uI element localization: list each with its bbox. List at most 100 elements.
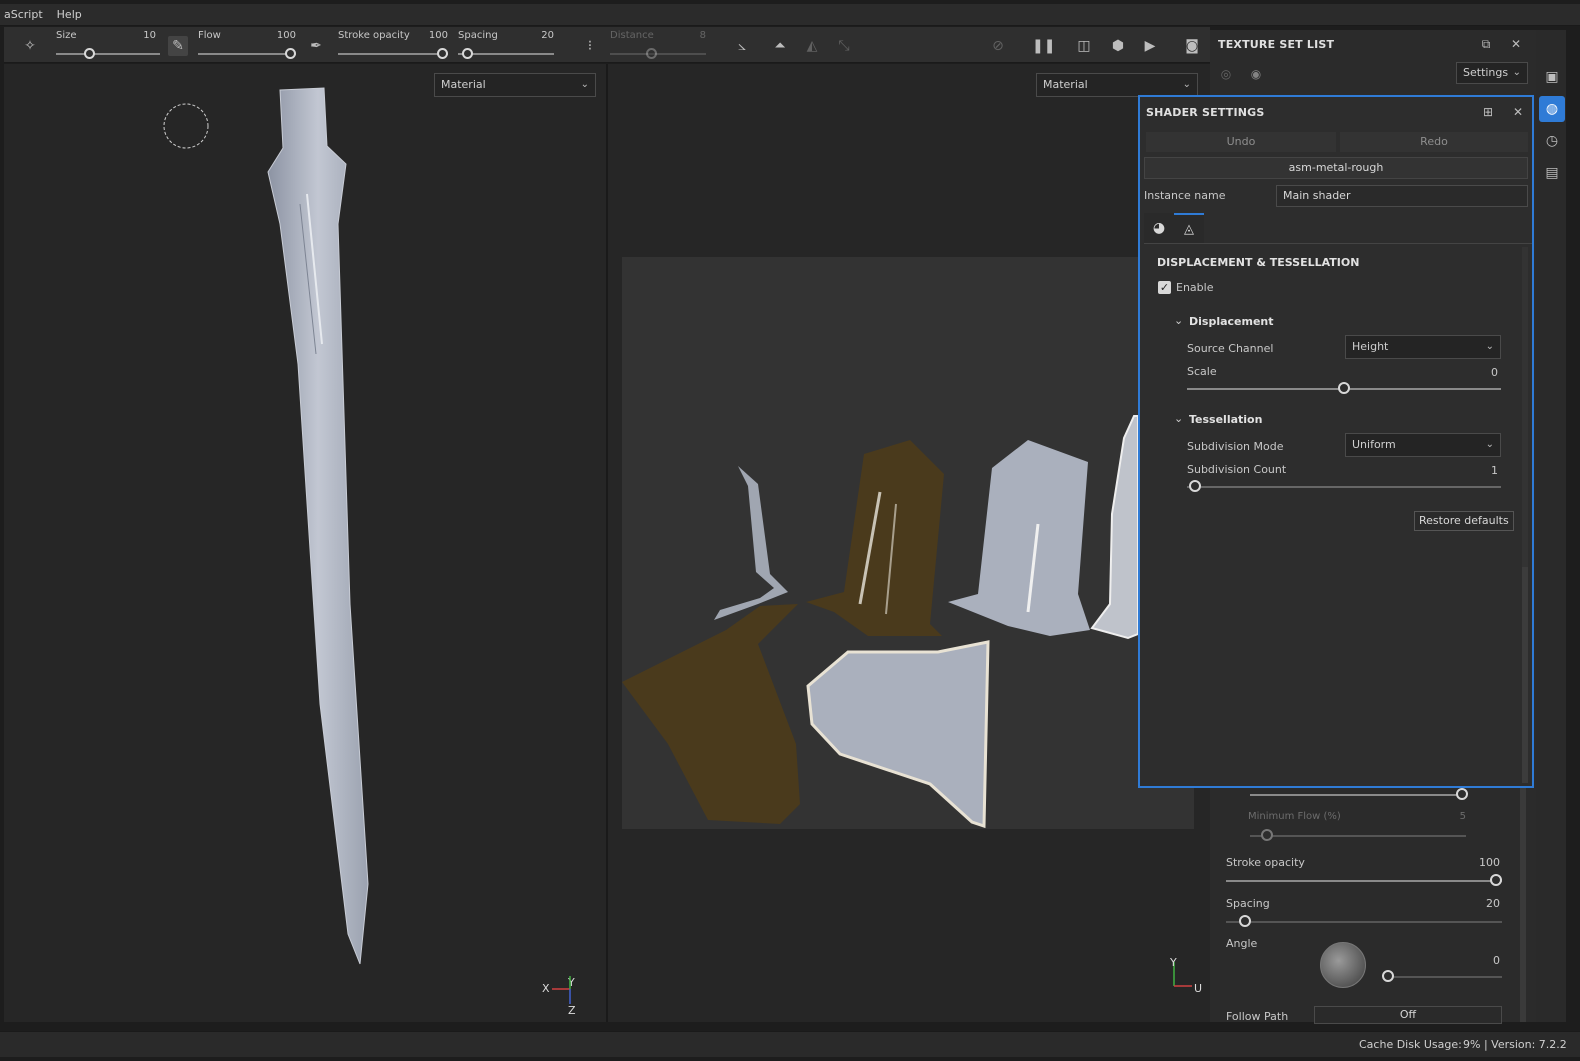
menu-bar: aScript Help <box>0 4 1580 26</box>
status-bar: Cache Disk Usage: 9% | Version: 7.2.2 <box>0 1031 1580 1057</box>
undo-button[interactable]: Undo <box>1146 132 1336 152</box>
menu-item-script[interactable]: aScript <box>0 8 53 21</box>
minimum-flow-slider-track[interactable] <box>1250 835 1466 837</box>
restore-defaults-button[interactable]: Restore defaults <box>1414 511 1514 531</box>
cache-disk-usage-value: 9% | Version: 7.2.2 <box>1463 1038 1567 1051</box>
visibility-toggle-icon[interactable]: ⊘ <box>988 36 1008 56</box>
flow-slider-track[interactable] <box>198 53 296 55</box>
log-icon[interactable]: ▤ <box>1539 160 1565 186</box>
minimum-flow-slider-handle[interactable] <box>1261 829 1273 841</box>
shader-scrollbar-thumb[interactable] <box>1522 567 1528 783</box>
angle-slider-track[interactable] <box>1386 976 1502 978</box>
follow-path-toggle[interactable]: Off <box>1314 1006 1502 1024</box>
subdivision-mode-label: Subdivision Mode <box>1187 440 1284 453</box>
shader-settings-panel: SHADER SETTINGS ⊞ ✕ Undo Redo asm-metal-… <box>1138 95 1534 788</box>
camera-icon[interactable]: ▶ <box>1140 36 1160 56</box>
chevron-down-icon[interactable]: ⌄ <box>1174 314 1183 327</box>
history-icon[interactable]: ◷ <box>1539 128 1565 154</box>
chevron-down-icon: ⌄ <box>1512 67 1521 78</box>
displacement-group-title[interactable]: Displacement <box>1189 315 1274 328</box>
tessellation-group-title[interactable]: Tessellation <box>1189 413 1262 426</box>
axis-y-label: Y <box>1169 956 1177 969</box>
stroke-opacity-slider-handle[interactable] <box>1490 874 1502 886</box>
brush-preset-icon[interactable]: ✧ <box>20 36 40 56</box>
distance-slider-handle[interactable] <box>646 48 657 59</box>
scale-slider-handle[interactable] <box>1338 382 1350 394</box>
symmetry-icon[interactable]: ⏶ <box>770 36 790 56</box>
hide-icon[interactable]: ◎ <box>1218 66 1234 82</box>
viewport-3d[interactable]: Material ⌄ Y U <box>608 64 1210 1022</box>
dock-icon[interactable]: ⊞ <box>1480 104 1496 120</box>
flow-slider-handle[interactable] <box>285 48 296 59</box>
uv-layout-canvas: X Y Z <box>163 87 576 1017</box>
enable-checkbox[interactable]: ✓ <box>1158 281 1171 294</box>
eye-icon[interactable]: ◉ <box>1248 66 1264 82</box>
stroke-opacity-slider-track[interactable] <box>1226 880 1502 882</box>
close-icon[interactable]: ✕ <box>1508 36 1524 52</box>
angle-slider-handle[interactable] <box>1382 970 1394 982</box>
instance-name-label: Instance name <box>1144 189 1226 202</box>
distance-label: Distance <box>610 30 654 41</box>
menu-item-help[interactable]: Help <box>53 8 92 21</box>
texture-set-settings-dropdown[interactable]: Settings ⌄ <box>1456 62 1528 84</box>
size-value: 10 <box>143 30 156 41</box>
redo-button[interactable]: Redo <box>1340 132 1528 152</box>
split-view-icon[interactable]: ◫ <box>1074 36 1094 56</box>
minimum-flow-label: Minimum Flow (%) <box>1248 811 1341 822</box>
subdivision-count-slider-track[interactable] <box>1187 486 1501 488</box>
flow-slider-track[interactable] <box>1250 794 1462 796</box>
distance-slider-track[interactable] <box>610 53 706 55</box>
pen-pressure-icon[interactable]: ✒ <box>306 36 326 56</box>
axis-u-label: U <box>1194 982 1202 995</box>
stroke-opacity-label: Stroke opacity <box>338 30 410 41</box>
angle-value: 0 <box>1493 954 1500 967</box>
instance-name-input[interactable]: Main shader <box>1276 185 1528 207</box>
stroke-opacity-slider-track[interactable] <box>338 53 448 55</box>
section-title: DISPLACEMENT & TESSELLATION <box>1157 256 1360 269</box>
flow-slider-handle[interactable] <box>1456 788 1468 800</box>
follow-path-label: Follow Path <box>1226 1010 1289 1023</box>
brush-icon[interactable]: ✎ <box>168 36 188 56</box>
viewport-2d[interactable]: Material ⌄ X Y Z <box>4 64 606 1022</box>
stroke-opacity-value: 100 <box>1479 856 1500 869</box>
minimum-flow-value: 5 <box>1459 811 1466 822</box>
cube-view-icon[interactable]: ⬢ <box>1108 36 1128 56</box>
displacement-tab-icon[interactable]: ◬ <box>1174 213 1204 243</box>
angle-label: Angle <box>1226 937 1258 950</box>
angle-dial[interactable] <box>1320 942 1366 988</box>
shader-settings-title: SHADER SETTINGS <box>1146 106 1265 119</box>
shader-parameters-tab-icon[interactable]: ◕ <box>1144 213 1174 243</box>
angle-icon[interactable]: ⦣ <box>732 36 752 56</box>
source-channel-value: Height <box>1352 340 1389 353</box>
float-panel-icon[interactable]: ⧉ <box>1478 36 1494 52</box>
screenshot-icon[interactable]: ◙ <box>1182 36 1202 56</box>
size-slider-track[interactable] <box>56 53 160 55</box>
subdivision-count-slider-handle[interactable] <box>1189 480 1201 492</box>
tab-divider <box>1144 243 1532 244</box>
spacing-slider-track[interactable] <box>1226 921 1502 923</box>
tool-properties-bar: ✧ Size 10 ✎ Flow 100 ✒ Stroke opacity 10… <box>4 27 1210 63</box>
chevron-down-icon: ⌄ <box>1485 439 1494 450</box>
pause-icon[interactable]: ❚❚ <box>1032 36 1055 56</box>
stroke-opacity-value: 100 <box>428 30 448 41</box>
right-dock-strip: ▣ ◍ ◷ ▤ <box>1536 30 1566 1022</box>
subdivision-count-value: 1 <box>1491 464 1498 477</box>
display-settings-icon[interactable]: ▣ <box>1539 64 1565 90</box>
shader-scrollbar-track[interactable] <box>1522 247 1528 567</box>
close-icon[interactable]: ✕ <box>1510 104 1526 120</box>
size-slider-handle[interactable] <box>84 48 95 59</box>
chevron-down-icon[interactable]: ⌄ <box>1174 412 1183 425</box>
lazy-mouse-icon[interactable]: ⁝ <box>580 36 600 56</box>
shader-name-button[interactable]: asm-metal-rough <box>1144 157 1528 179</box>
subdivision-mode-dropdown[interactable]: Uniform ⌄ <box>1345 433 1501 457</box>
spacing-slider-handle[interactable] <box>462 48 473 59</box>
spacing-slider-handle[interactable] <box>1239 915 1251 927</box>
stroke-opacity-slider-handle[interactable] <box>437 48 448 59</box>
source-channel-dropdown[interactable]: Height ⌄ <box>1345 335 1501 359</box>
transform-icon[interactable]: ⤡ <box>834 36 854 56</box>
symmetry-settings-icon[interactable]: ◭ <box>802 36 822 56</box>
texture-set-list-title: TEXTURE SET LIST <box>1218 38 1335 51</box>
flow-label: Flow <box>198 30 221 41</box>
settings-label: Settings <box>1463 66 1509 79</box>
shader-settings-icon[interactable]: ◍ <box>1539 96 1565 122</box>
